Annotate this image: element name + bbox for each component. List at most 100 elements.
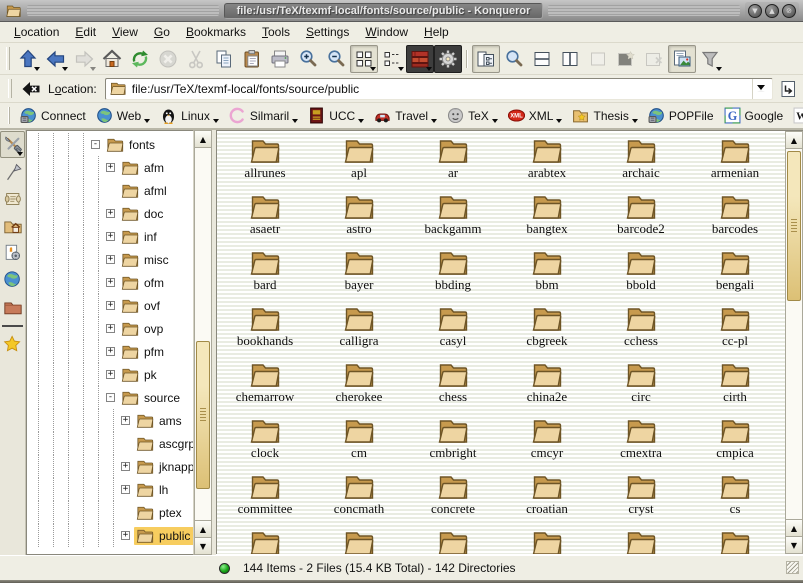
tree-row-ovf[interactable]: +ovf <box>27 294 193 317</box>
main-scrollbar-thumb[interactable] <box>787 151 801 301</box>
folder-item-cherokee[interactable]: cherokee <box>312 361 406 417</box>
tree-expander-plus-icon[interactable]: + <box>106 209 115 218</box>
tree-expander-plus-icon[interactable]: + <box>106 370 115 379</box>
paste-button[interactable] <box>238 45 266 73</box>
bookmark-web[interactable]: Web <box>91 105 155 126</box>
location-dropdown-button[interactable] <box>752 79 769 99</box>
stop-button[interactable] <box>154 45 182 73</box>
bookmark-connect[interactable]: Connect <box>15 105 91 126</box>
sidebar-tab-flag[interactable] <box>0 158 25 185</box>
main-scrollbar[interactable]: ▲ ▲ ▼ <box>785 131 803 554</box>
location-combobox[interactable]: file:/usr/TeX/texmf-local/fonts/source/p… <box>105 78 773 100</box>
tree-expander-plus-icon[interactable]: + <box>106 347 115 356</box>
folder-item-chess[interactable]: chess <box>406 361 500 417</box>
tree-expander-plus-icon[interactable]: + <box>121 531 130 540</box>
folder-item-cs[interactable]: cs <box>688 473 782 529</box>
tree-row-public[interactable]: + public <box>27 524 193 547</box>
tree-item[interactable]: pk <box>119 366 161 384</box>
sidebar-tab-star[interactable] <box>0 331 25 358</box>
resize-grip[interactable] <box>786 561 799 574</box>
zoom-in-button[interactable] <box>294 45 322 73</box>
filter-button[interactable] <box>696 45 724 73</box>
folder-item-partial[interactable] <box>312 529 406 554</box>
sidebar-tab-history[interactable] <box>0 185 25 212</box>
folder-item-arabtex[interactable]: arabtex <box>500 137 594 193</box>
tree-item[interactable]: ovp <box>119 320 167 338</box>
tree-row-pk[interactable]: + pk <box>27 363 193 386</box>
folder-item-bbold[interactable]: bbold <box>594 249 688 305</box>
bookmark-linux[interactable]: Linux <box>155 105 224 126</box>
tree-item[interactable]: afml <box>119 182 171 200</box>
folder-item-bbding[interactable]: bbding <box>406 249 500 305</box>
cut-button[interactable] <box>182 45 210 73</box>
folder-item-clock[interactable]: clock <box>218 417 312 473</box>
folder-item-cmpica[interactable]: cmpica <box>688 417 782 473</box>
sidebar-tab-home-folder[interactable] <box>0 212 25 239</box>
print-button[interactable] <box>266 45 294 73</box>
tree-item[interactable]: fonts <box>104 136 159 154</box>
tree-row-ams[interactable]: + ams <box>27 409 193 432</box>
tree-item[interactable]: afm <box>119 159 168 177</box>
folder-item-cryst[interactable]: cryst <box>594 473 688 529</box>
menu-view[interactable]: View <box>104 23 146 41</box>
scroll-up-button[interactable]: ▲ <box>786 132 802 149</box>
tree-row-ofm[interactable]: +ofm <box>27 271 193 294</box>
tree-expander-plus-icon[interactable]: + <box>106 324 115 333</box>
bookmark-silmaril[interactable]: Silmaril <box>224 105 303 126</box>
tree-item[interactable]: jknappen <box>134 458 194 476</box>
folder-item-partial[interactable] <box>688 529 782 554</box>
tab-close-button[interactable] <box>640 45 668 73</box>
copy-button[interactable] <box>210 45 238 73</box>
folder-item-astro[interactable]: astro <box>312 193 406 249</box>
tree-item[interactable]: ams <box>134 412 186 430</box>
gear-button[interactable] <box>434 45 462 73</box>
folder-item-partial[interactable] <box>218 529 312 554</box>
tree-row-misc[interactable]: +misc <box>27 248 193 271</box>
tree-item[interactable]: ptex <box>134 504 186 522</box>
menu-settings[interactable]: Settings <box>298 23 357 41</box>
home-button[interactable] <box>98 45 126 73</box>
folder-item-cm[interactable]: cm <box>312 417 406 473</box>
tree-item[interactable]: public <box>134 527 194 545</box>
folder-item-croatian[interactable]: croatian <box>500 473 594 529</box>
maximize-button[interactable]: ▲ <box>765 4 779 18</box>
scroll-up-button[interactable]: ▲ <box>786 519 802 536</box>
folder-item-cmbright[interactable]: cmbright <box>406 417 500 473</box>
scroll-down-button[interactable]: ▼ <box>195 537 211 554</box>
bookmark-popfile[interactable]: POPFile <box>643 105 719 126</box>
list-view-button[interactable] <box>378 45 406 73</box>
folder-item-cc-pl[interactable]: cc-pl <box>688 305 782 361</box>
folder-item-concrete[interactable]: concrete <box>406 473 500 529</box>
preview-button[interactable] <box>668 45 696 73</box>
folder-item-cmcyr[interactable]: cmcyr <box>500 417 594 473</box>
bookmark-google[interactable]: GGoogle <box>719 105 789 126</box>
folder-item-casyl[interactable]: casyl <box>406 305 500 361</box>
folder-item-bengali[interactable]: bengali <box>688 249 782 305</box>
folder-item-partial[interactable] <box>594 529 688 554</box>
close-view-button[interactable] <box>584 45 612 73</box>
menu-window[interactable]: Window <box>357 23 416 41</box>
tree-expander-plus-icon[interactable]: + <box>121 416 130 425</box>
up-arrow-button[interactable] <box>14 45 42 73</box>
folder-item-archaic[interactable]: archaic <box>594 137 688 193</box>
menu-help[interactable]: Help <box>416 23 457 41</box>
menu-edit[interactable]: Edit <box>67 23 104 41</box>
tree-item[interactable]: lh <box>134 481 172 499</box>
tree-row-inf[interactable]: +inf <box>27 225 193 248</box>
tree-item[interactable]: inf <box>119 228 161 246</box>
folder-item-cbgreek[interactable]: cbgreek <box>500 305 594 361</box>
location-toolbar-drag-handle[interactable] <box>8 79 12 98</box>
tree-row-fonts[interactable]: -fonts <box>27 133 193 156</box>
tree-scrollbar-thumb[interactable] <box>196 341 210 489</box>
bookmark-thesis[interactable]: Thesis <box>567 105 642 126</box>
tree-expander-plus-icon[interactable]: + <box>121 485 130 494</box>
tree-expander-plus-icon[interactable]: + <box>106 255 115 264</box>
split-vertical-button[interactable] <box>556 45 584 73</box>
sidebar-tab-network[interactable] <box>0 266 25 293</box>
tree-expander-plus-icon[interactable]: + <box>106 163 115 172</box>
folder-item-committee[interactable]: committee <box>218 473 312 529</box>
toolbar-drag-handle[interactable] <box>6 47 10 70</box>
tree-expander-plus-icon[interactable]: + <box>106 278 115 287</box>
bookmark-wikipedia[interactable]: WWikipedia <box>788 105 803 126</box>
go-button[interactable] <box>777 78 799 100</box>
